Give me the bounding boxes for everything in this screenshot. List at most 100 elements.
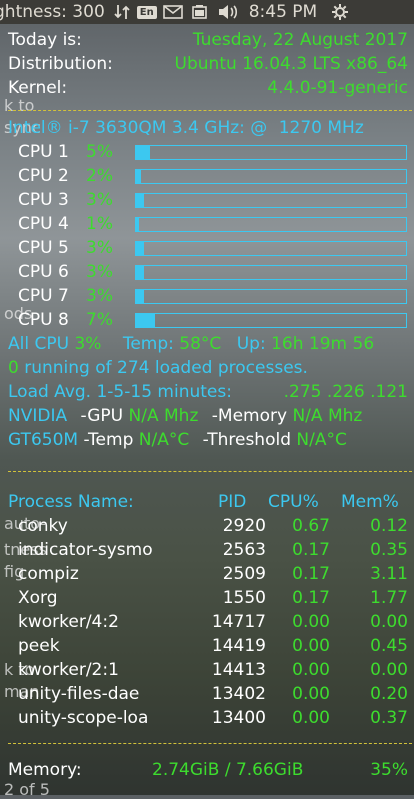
process-name-header: Process Name:: [8, 492, 134, 512]
cpu-frequency: 1270 MHz: [278, 118, 364, 138]
top-panel: ghtness: 300 En 8:45 PM: [0, 0, 414, 24]
cpu-percent: 3%: [86, 238, 113, 258]
load-average-value: .275 .226 .121: [283, 382, 408, 402]
cpu-percent: 5%: [86, 142, 113, 162]
process-row: unity-files-dae 13402 0.00 0.20: [8, 682, 412, 706]
process-table-header: Process Name: PID CPU% Mem%: [8, 490, 412, 514]
process-row: conky 2920 0.67 0.12: [8, 514, 412, 538]
process-name: compiz: [18, 564, 79, 584]
kernel-value: 4.4.0-91-generic: [267, 78, 408, 98]
process-pid: 2920: [222, 516, 266, 536]
gpu-memory-label: -Memory: [211, 406, 288, 426]
mem-header: Mem%: [341, 492, 399, 512]
cpu-row: CPU 5 3%: [8, 236, 412, 260]
pid-header: PID: [218, 492, 247, 512]
cpu-label: CPU 5: [18, 238, 69, 258]
process-mem: 0.45: [370, 636, 408, 656]
cpu-usage-bar: [135, 241, 407, 256]
cpu-usage-fill: [136, 170, 142, 183]
uptime-value: 16h 19m 56: [271, 334, 375, 354]
process-mem: 3.11: [370, 564, 408, 584]
process-cpu: 0.00: [292, 636, 330, 656]
gpu-clock-value: N/A Mhz: [128, 406, 199, 426]
cpu-usage-bar: [135, 313, 407, 328]
process-name: conky: [18, 516, 68, 536]
process-pid: 14419: [211, 636, 266, 656]
battery-icon[interactable]: [191, 0, 209, 24]
process-pid: 14717: [211, 612, 266, 632]
network-transfer-icon[interactable]: [113, 0, 131, 24]
today-label: Today is:: [8, 30, 82, 50]
cpu-usage-bar: [135, 193, 407, 208]
cpu-usage-bar: [135, 289, 407, 304]
process-name: indicator-sysmo: [18, 540, 153, 560]
cpu-percent: 3%: [86, 190, 113, 210]
all-cpu-label: All CPU: [8, 334, 70, 354]
cpu-label: CPU 7: [18, 286, 69, 306]
process-cpu: 0.17: [292, 588, 330, 608]
mail-icon[interactable]: [162, 0, 183, 24]
cpu-row: CPU 4 1%: [8, 212, 412, 236]
process-mem: 0.37: [370, 708, 408, 728]
process-mem: 0.12: [370, 516, 408, 536]
process-row: indicator-sysmo 2563 0.17 0.35: [8, 538, 412, 562]
kernel-label: Kernel:: [8, 78, 68, 98]
cpu-label: CPU 2: [18, 166, 69, 186]
process-row: unity-scope-loa 13400 0.00 0.37: [8, 706, 412, 730]
process-mem: 0.00: [370, 612, 408, 632]
cpu-usage-fill: [136, 266, 145, 279]
today-value: Tuesday, 22 August 2017: [192, 30, 408, 50]
cpu-label: CPU 3: [18, 190, 69, 210]
distribution-label: Distribution:: [8, 54, 113, 74]
separator-wrap: [8, 452, 412, 490]
volume-icon[interactable]: [217, 0, 239, 24]
clock[interactable]: 8:45 PM: [249, 2, 318, 22]
process-name: unity-files-dae: [18, 684, 140, 704]
memory-percent: 35%: [370, 760, 408, 780]
gpu-threshold-value: N/A°C: [296, 430, 347, 450]
process-cpu: 0.17: [292, 564, 330, 584]
gear-icon[interactable]: [331, 0, 349, 24]
cpu-row: CPU 8 7%: [8, 308, 412, 332]
uptime-label: Up:: [236, 334, 266, 354]
cpu-row: CPU 2 2%: [8, 164, 412, 188]
cpu-row: CPU 1 5%: [8, 140, 412, 164]
gpu-temp-value: N/A°C: [138, 430, 190, 450]
process-name: kworker/2:1: [18, 660, 119, 680]
process-row: kworker/4:2 14717 0.00 0.00: [8, 610, 412, 634]
cpu-row: CPU 3 3%: [8, 188, 412, 212]
keyboard-layout-indicator[interactable]: En: [136, 5, 157, 19]
process-cpu: 0.00: [292, 612, 330, 632]
process-name: peek: [18, 636, 60, 656]
cpu-percent: 7%: [86, 310, 113, 330]
cpu-usage-fill: [136, 218, 139, 231]
separator: [8, 110, 412, 111]
cpu-label: CPU 8: [18, 310, 69, 330]
cpu-percent: 3%: [86, 262, 113, 282]
cpu-percent: 3%: [86, 286, 113, 306]
cpu-percent: 2%: [86, 166, 113, 186]
cpu-usage-fill: [136, 242, 145, 255]
distribution-value: Ubuntu 16.04.3 LTS x86_64: [174, 54, 408, 74]
process-mem: 0.00: [370, 660, 408, 680]
cpu-model: Intel® i-7 3630QM 3.4 GHz: @: [8, 118, 268, 138]
separator: [8, 743, 412, 744]
process-row: peek 14419 0.00 0.45: [8, 634, 412, 658]
gpu-model: GT650M: [8, 430, 79, 450]
process-mem: 0.35: [370, 540, 408, 560]
process-table: conky 2920 0.67 0.12 indicator-sysmo 256…: [8, 514, 412, 730]
cpu-usage-bar: [135, 145, 407, 160]
desktop-label[interactable]: 2 of 5: [4, 780, 50, 799]
process-name: kworker/4:2: [18, 612, 119, 632]
process-cpu: 0.67: [292, 516, 330, 536]
gpu-vendor: NVIDIA: [8, 406, 68, 426]
cpu-row: CPU 6 3%: [8, 260, 412, 284]
cpu-usage-bar: [135, 169, 407, 184]
cpu-label: CPU 6: [18, 262, 69, 282]
memory-value: 2.74GiB / 7.66GiB: [152, 760, 304, 780]
temp-value: 58°C: [179, 334, 222, 354]
process-pid: 2509: [222, 564, 266, 584]
process-name: Xorg: [18, 588, 58, 608]
cpu-row: CPU 7 3%: [8, 284, 412, 308]
brightness-indicator[interactable]: ghtness: 300: [0, 2, 105, 22]
